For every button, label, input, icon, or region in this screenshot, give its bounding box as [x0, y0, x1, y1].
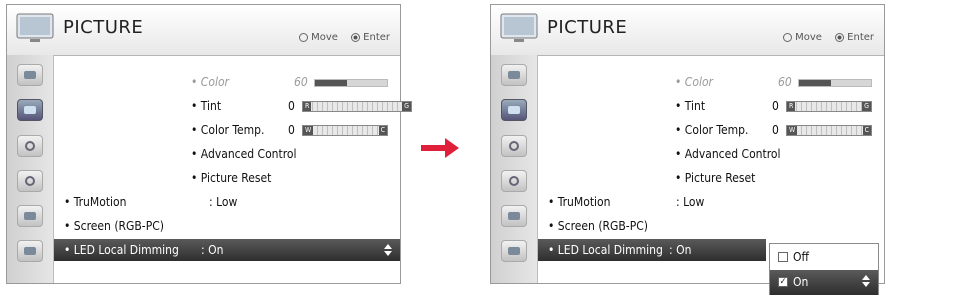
menu-title: PICTURE	[547, 17, 628, 38]
menu-item-led-local-dimming[interactable]: • LED Local Dimming : On	[54, 239, 400, 261]
tv-screen-icon	[500, 13, 538, 42]
clock-icon[interactable]	[501, 170, 527, 192]
menu-item-tint[interactable]: • Tint 0 RG	[538, 95, 884, 117]
menu-title: PICTURE	[63, 17, 144, 38]
menu-item-trumotion[interactable]: • TruMotion : Low	[538, 191, 884, 213]
transition-arrow-icon	[421, 138, 459, 158]
category-sidebar	[7, 55, 54, 283]
color-level-bar	[314, 79, 388, 87]
menu-header: PICTURE Move Enter	[491, 5, 884, 56]
key-hints: Move Enter	[783, 32, 874, 43]
lock-icon[interactable]	[501, 205, 527, 227]
enter-icon	[835, 33, 845, 42]
audio-speaker-icon[interactable]	[17, 135, 43, 157]
tv-screen-icon	[16, 13, 54, 42]
checkbox-unchecked-icon[interactable]	[778, 252, 788, 262]
picture-menu-after: PICTURE Move Enter • Color 60 • Tint 0 R…	[490, 4, 885, 284]
tint-gauge: RG	[302, 101, 412, 112]
category-sidebar	[491, 55, 538, 283]
up-down-arrow-icon	[384, 244, 392, 256]
tint-gauge: RG	[786, 101, 872, 112]
menu-item-screen-rgb-pc[interactable]: • Screen (RGB-PC)	[54, 215, 400, 237]
move-icon	[299, 33, 309, 42]
tv-picture-icon[interactable]	[17, 99, 43, 121]
lock-icon[interactable]	[17, 205, 43, 227]
menu-item-color-temp[interactable]: • Color Temp. 0 WC	[54, 119, 400, 141]
menu-item-picture-reset[interactable]: • Picture Reset	[54, 167, 400, 189]
move-icon	[783, 33, 793, 42]
picture-category-icon[interactable]	[501, 64, 527, 86]
menu-header: PICTURE Move Enter	[7, 5, 400, 56]
menu-item-color-temp[interactable]: • Color Temp. 0 WC	[538, 119, 884, 141]
picture-menu-before: PICTURE Move Enter • Color 60 • Tint 0 R…	[6, 4, 412, 284]
menu-item-tint[interactable]: • Tint 0 RG	[54, 95, 412, 117]
option-on[interactable]: ✓ On	[770, 270, 878, 295]
color-level-bar	[798, 79, 872, 87]
menu-item-advanced-control[interactable]: • Advanced Control	[54, 143, 400, 165]
color-temp-gauge: WC	[302, 125, 388, 136]
menu-item-picture-reset[interactable]: • Picture Reset	[538, 167, 884, 189]
checkbox-checked-icon[interactable]: ✓	[778, 277, 788, 287]
clock-icon[interactable]	[17, 170, 43, 192]
menu-item-led-local-dimming[interactable]: • LED Local Dimming : On	[538, 239, 766, 261]
up-down-arrow-icon	[862, 275, 870, 287]
key-hints: Move Enter	[299, 32, 390, 43]
menu-item-color[interactable]: • Color 60	[54, 71, 400, 93]
menu-item-trumotion[interactable]: • TruMotion : Low	[54, 191, 400, 213]
menu-item-screen-rgb-pc[interactable]: • Screen (RGB-PC)	[538, 215, 884, 237]
tv-picture-icon[interactable]	[501, 99, 527, 121]
led-dimming-dropdown: Off ✓ On	[769, 243, 879, 295]
picture-category-icon[interactable]	[17, 64, 43, 86]
color-temp-gauge: WC	[786, 125, 872, 136]
menu-item-color[interactable]: • Color 60	[538, 71, 884, 93]
option-off[interactable]: Off	[770, 245, 878, 270]
audio-speaker-icon[interactable]	[501, 135, 527, 157]
options-icon[interactable]	[501, 240, 527, 262]
menu-item-advanced-control[interactable]: • Advanced Control	[538, 143, 884, 165]
enter-icon	[351, 33, 361, 42]
menu-items: • Color 60 • Tint 0 RG • Color Temp. 0 W…	[54, 55, 412, 283]
options-icon[interactable]	[17, 240, 43, 262]
